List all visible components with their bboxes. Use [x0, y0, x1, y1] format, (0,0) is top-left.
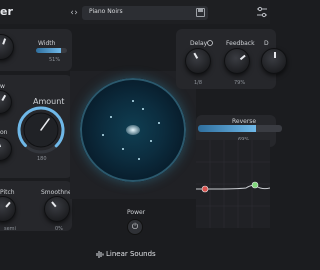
- pitch-label: Pitch: [0, 189, 15, 196]
- reverse-slider[interactable]: [198, 125, 282, 132]
- save-icon[interactable]: [196, 8, 205, 17]
- particle: [132, 100, 134, 102]
- eq-graph[interactable]: [196, 140, 270, 228]
- smoothness-value: 0%: [55, 226, 63, 232]
- particle: [158, 122, 160, 124]
- right-third-knob[interactable]: [261, 48, 287, 74]
- feedback-value: 79%: [234, 80, 246, 86]
- preset-name: Piano Noirs: [89, 8, 123, 15]
- delay-knob[interactable]: [185, 48, 211, 74]
- brand-name: Linear Sounds: [106, 250, 156, 258]
- amount-value: 180: [37, 156, 47, 162]
- chevron-right-icon: ›: [74, 8, 78, 18]
- reverse-slider-fill: [198, 125, 256, 132]
- particle: [122, 148, 124, 150]
- next-preset-button[interactable]: ›: [70, 7, 82, 19]
- delay-label: Delay: [190, 40, 208, 47]
- eq-node-low[interactable]: [201, 185, 209, 193]
- reverse-label: Reverse: [232, 118, 257, 125]
- pitch-value: semi: [4, 226, 16, 232]
- tempo-sync-icon[interactable]: [207, 40, 213, 46]
- particle: [102, 134, 104, 136]
- preset-selector[interactable]: Piano Noirs: [82, 6, 208, 20]
- width-label: Width: [38, 40, 56, 47]
- left-label-3: on: [0, 129, 8, 136]
- width-slider[interactable]: [36, 48, 67, 53]
- amount-knob[interactable]: [16, 105, 66, 155]
- left-label-2: w: [0, 83, 5, 90]
- eq-grid: [196, 140, 270, 228]
- feedback-label: Feedback: [226, 40, 255, 47]
- width-slider-fill: [36, 48, 61, 53]
- app-logo: er: [0, 5, 13, 18]
- power-button[interactable]: ⏻: [127, 219, 143, 235]
- power-label: Power: [127, 209, 146, 216]
- particle: [142, 108, 144, 110]
- delay-value: 1/8: [194, 80, 203, 86]
- power-icon: ⏻: [131, 222, 139, 231]
- visualizer-orb: [80, 78, 186, 182]
- particle: [150, 140, 152, 142]
- particle: [138, 158, 140, 160]
- feedback-knob[interactable]: [224, 48, 250, 74]
- smoothness-knob[interactable]: [44, 196, 70, 222]
- sliders-icon[interactable]: [255, 5, 269, 19]
- width-value: 51%: [49, 57, 61, 63]
- eq-node-high[interactable]: [251, 181, 259, 189]
- waveform-icon: [96, 251, 104, 258]
- visualizer-core: [126, 125, 140, 135]
- right-third-label: D: [264, 40, 269, 47]
- particle: [110, 116, 112, 118]
